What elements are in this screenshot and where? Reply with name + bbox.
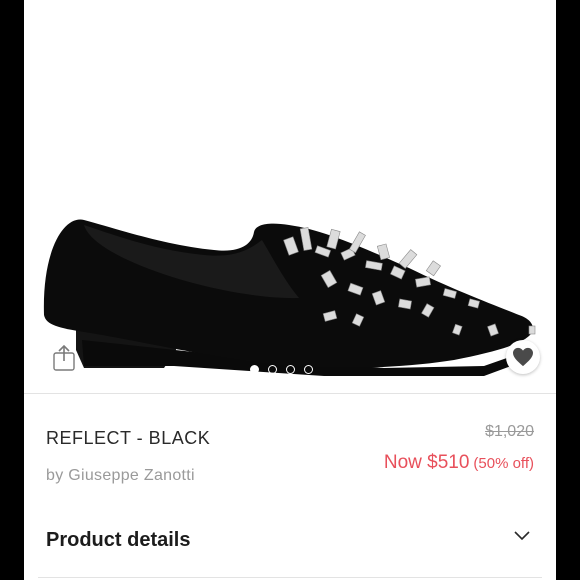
product-title: REFLECT - BLACK: [46, 428, 211, 448]
product-image-gallery[interactable]: [24, 0, 556, 393]
divider: [38, 577, 542, 578]
heart-icon: [513, 347, 533, 367]
gallery-dot[interactable]: [304, 364, 313, 374]
gallery-pagination: [250, 363, 313, 375]
product-details-label: Product details: [46, 529, 191, 551]
product-details-toggle[interactable]: Product details: [24, 513, 556, 568]
product-brand[interactable]: by Giuseppe Zanotti: [46, 467, 195, 485]
discount-badge: (50% off): [473, 455, 534, 472]
share-icon: [53, 344, 75, 371]
gallery-dot[interactable]: [268, 364, 277, 374]
sale-price: Now $510: [383, 452, 470, 473]
favorite-button[interactable]: [506, 340, 540, 374]
product-screen: REFLECT - BLACK by Giuseppe Zanotti $1,0…: [24, 0, 556, 580]
product-image: [43, 219, 536, 376]
gallery-dot[interactable]: [250, 364, 259, 374]
share-button[interactable]: [42, 336, 86, 380]
original-price: $1,020: [485, 423, 534, 440]
sale-price-line: Now $510 (50% off): [384, 452, 534, 474]
gallery-dot[interactable]: [286, 364, 295, 374]
chevron-down-icon: [514, 531, 530, 541]
divider: [24, 393, 556, 394]
